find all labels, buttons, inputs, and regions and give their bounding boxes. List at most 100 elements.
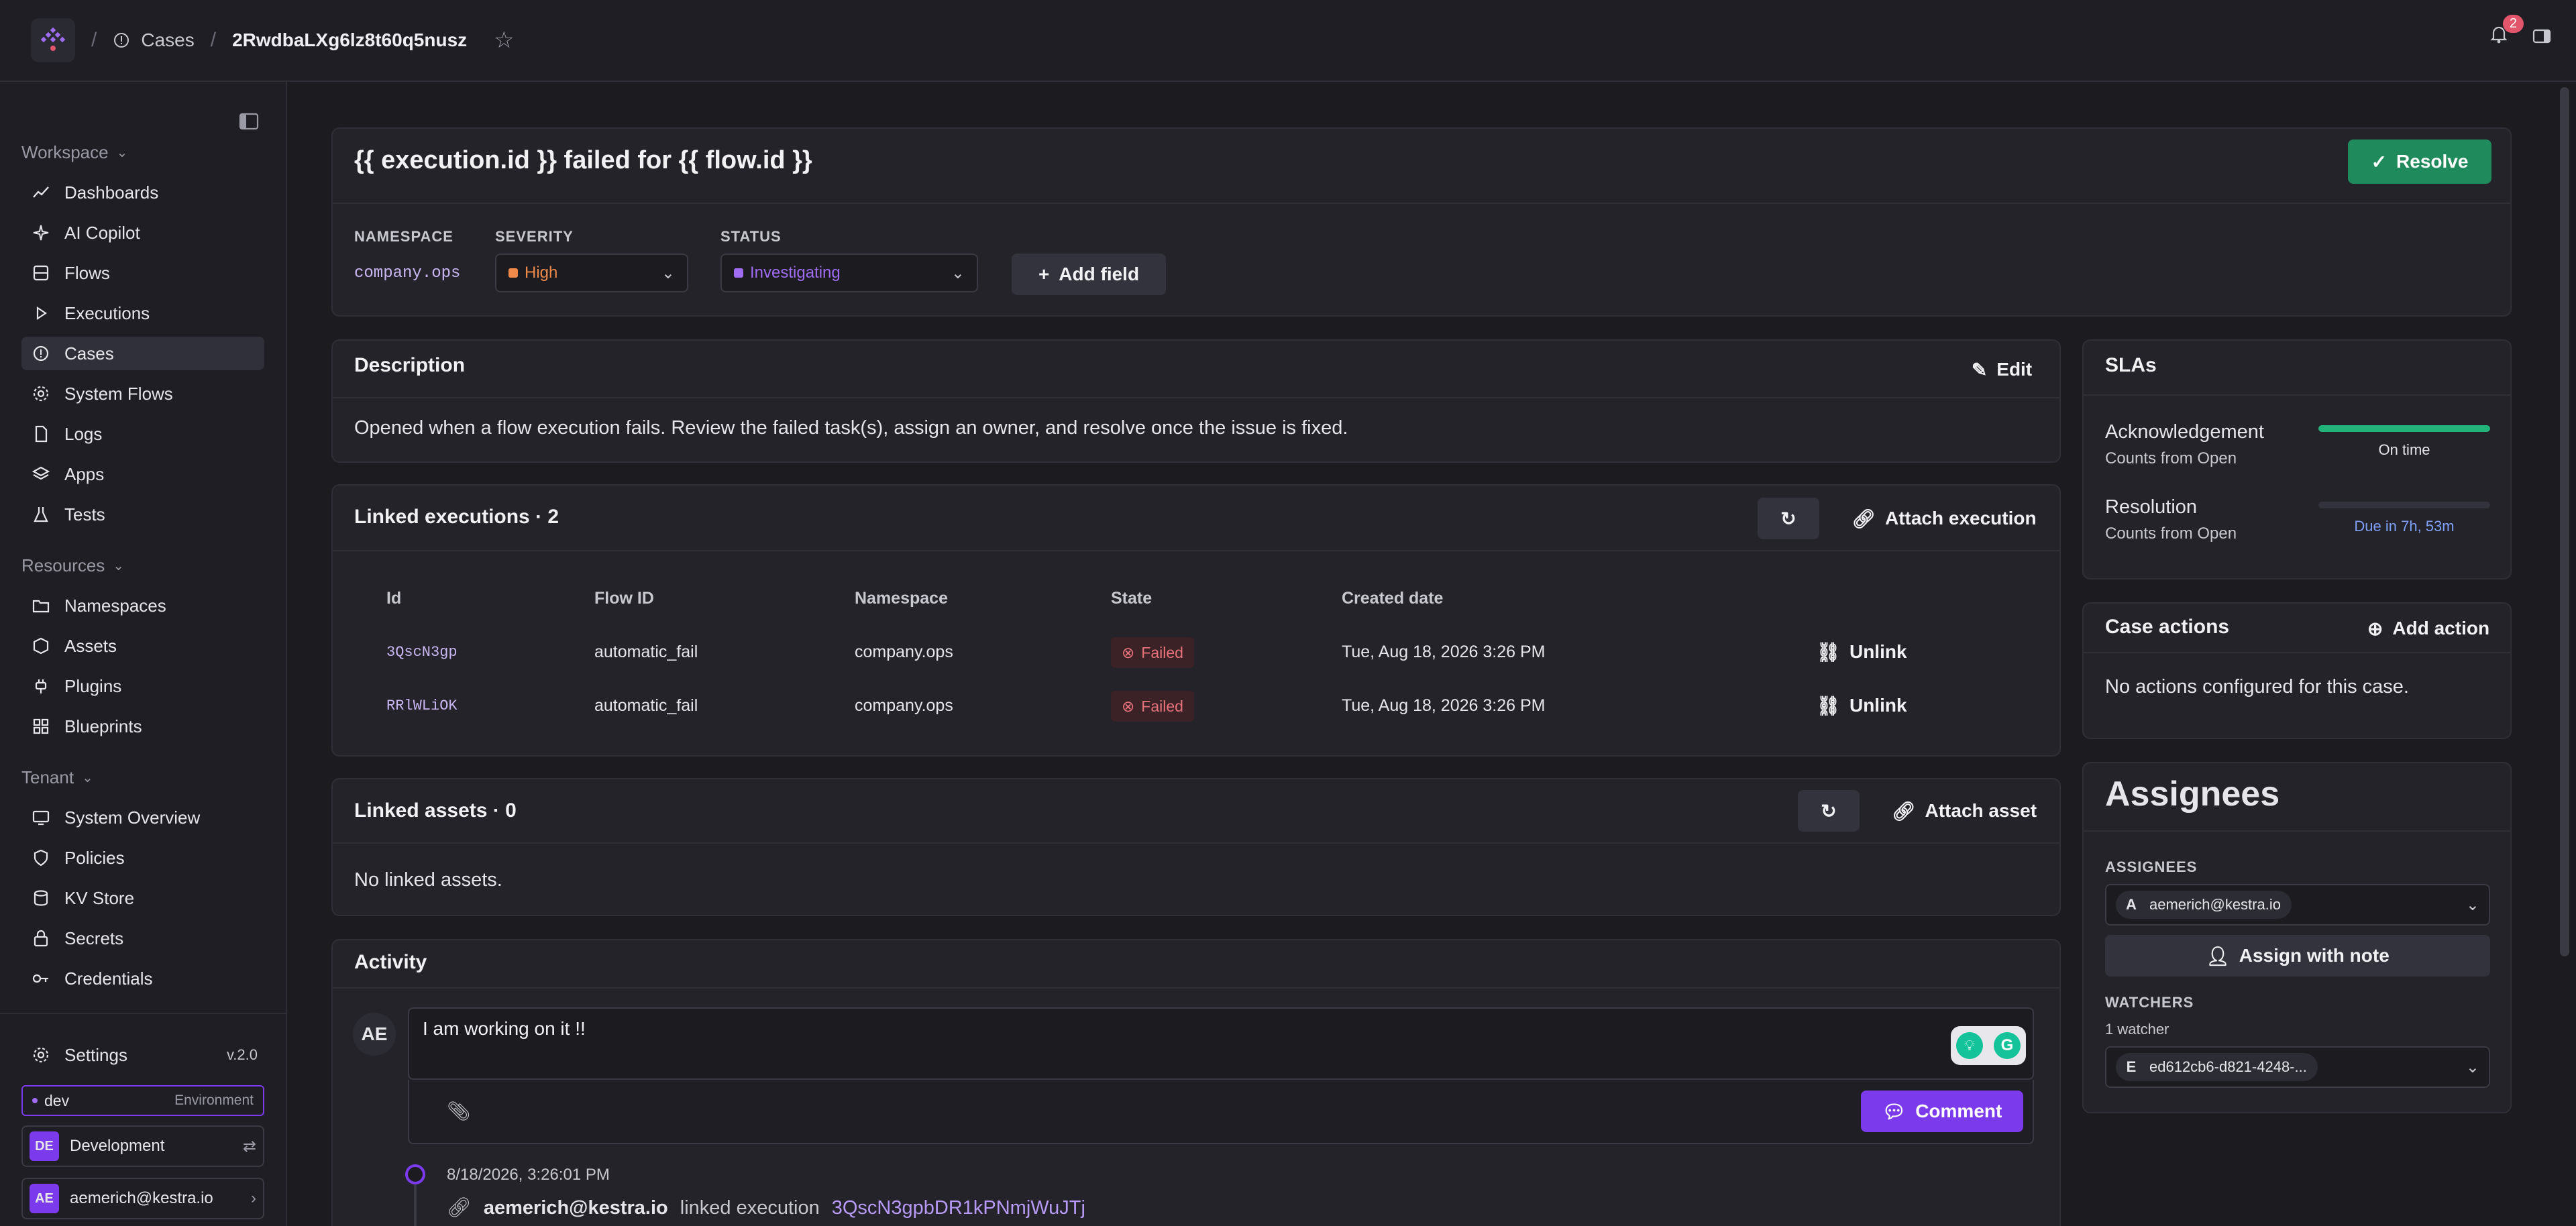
sidebar-item-ai-copilot[interactable]: AI Copilot (21, 216, 264, 249)
edit-description-button[interactable]: ✎ Edit (1963, 350, 2041, 389)
cube-icon (33, 637, 49, 655)
sidebar-item-credentials[interactable]: Credentials (21, 962, 264, 995)
sidebar-item-executions[interactable]: Executions (21, 296, 264, 330)
add-field-button[interactable]: + Add field (1012, 254, 1166, 295)
chevron-down-icon: ⌄ (113, 559, 125, 573)
watcher-chip: E ed612cb6-d821-4248-... (2116, 1053, 2318, 1081)
divider (333, 842, 2059, 844)
sidebar-item-kv-store[interactable]: KV Store (21, 881, 264, 915)
attach-asset-button[interactable]: 🔗︎ Attach asset (1884, 790, 2045, 832)
divider (2084, 830, 2510, 832)
plus-circle-icon: ⊕ (2367, 618, 2383, 639)
refresh-assets-button[interactable]: ↻ (1798, 790, 1860, 832)
sidebar-item-blueprints[interactable]: Blueprints (21, 710, 264, 743)
tenant-switcher[interactable]: DE Development ⇄ (21, 1125, 264, 1167)
sidebar-item-system-overview[interactable]: System Overview (21, 801, 264, 834)
sidebar-item-system-flows[interactable]: System Flows (21, 377, 264, 410)
play-icon (36, 306, 47, 321)
add-action-button[interactable]: ⊕ Add action (2355, 609, 2502, 648)
attachment-icon[interactable]: 📎︎ (447, 1100, 471, 1122)
sidebar-item-secrets[interactable]: Secrets (21, 922, 264, 955)
breadcrumb-cases[interactable]: Cases (113, 30, 195, 51)
comment-button[interactable]: 💬︎ Comment (1861, 1091, 2023, 1132)
panel-toggle-icon[interactable] (2532, 26, 2552, 46)
comment-textarea[interactable]: I am working on it !! 💡︎ G (408, 1007, 2034, 1080)
resolve-button[interactable]: ✓ Resolve (2348, 140, 2491, 184)
collapse-sidebar-icon[interactable] (239, 113, 259, 130)
chart-line-icon (33, 186, 49, 198)
sidebar-item-label: Secrets (64, 928, 124, 948)
sla-resolution-status: Due in 7h, 53m (2354, 518, 2455, 535)
sidebar-item-namespaces[interactable]: Namespaces (21, 589, 264, 622)
sidebar-item-cases[interactable]: Cases (21, 337, 264, 370)
watchers-select[interactable]: E ed612cb6-d821-4248-... ⌄ (2105, 1046, 2490, 1088)
sidebar-item-label: Namespaces (64, 595, 166, 616)
resources-section-header[interactable]: Resources ⌄ (21, 555, 124, 576)
notifications-button[interactable]: 2 (2489, 15, 2524, 48)
slas-title: SLAs (2105, 354, 2157, 376)
sidebar-item-dashboards[interactable]: Dashboards (21, 176, 264, 209)
severity-swatch (508, 268, 518, 278)
severity-select[interactable]: High ⌄ (495, 254, 688, 292)
case-header-card: {{ execution.id }} failed for {{ flow.id… (331, 127, 2512, 317)
flow-id-cell: automatic_fail (594, 643, 698, 661)
unlink-button[interactable]: ⛓︎ Unlink (1811, 630, 1912, 673)
divider (333, 397, 2059, 398)
sla-ack-progress-fill (2318, 425, 2490, 432)
monitor-icon (32, 810, 50, 826)
sidebar-item-settings[interactable]: Settings v.2.0 (21, 1038, 264, 1072)
sidebar-item-apps[interactable]: Apps (21, 457, 264, 491)
page-scrollbar[interactable] (2560, 87, 2569, 956)
divider (333, 987, 2059, 989)
assignee-value: aemerich@kestra.io (2149, 896, 2281, 913)
sidebar-item-label: Executions (64, 302, 150, 323)
grammarly-widget[interactable]: 💡︎ G (1951, 1026, 2026, 1065)
divider (2084, 394, 2510, 396)
flask-icon (34, 507, 48, 522)
refresh-executions-button[interactable]: ↻ (1758, 498, 1819, 539)
case-actions-title: Case actions (2105, 616, 2230, 638)
grammarly-icon: G (1994, 1032, 2021, 1059)
status-select[interactable]: Investigating ⌄ (720, 254, 978, 292)
description-text: Opened when a flow execution fails. Revi… (354, 417, 1348, 439)
namespace-cell: company.ops (855, 643, 953, 661)
chevron-down-icon: ⌄ (661, 264, 675, 282)
breadcrumb-separator: / (210, 29, 217, 51)
namespace-cell: company.ops (855, 696, 953, 715)
execution-id-link[interactable]: RRlWLiOK (386, 698, 458, 714)
kestra-logo[interactable] (31, 18, 75, 62)
execution-id-link[interactable]: 3QscN3gp (386, 644, 458, 661)
plug-icon (35, 679, 47, 693)
breadcrumb-case-id: 2RwdbaLXg6lz8t60q5nusz (232, 30, 468, 50)
sidebar-item-label: Plugins (64, 675, 122, 696)
sidebar: Workspace ⌄ Dashboards AI Copilot Flows E… (0, 82, 287, 1226)
shield-icon (34, 849, 48, 867)
unlink-button[interactable]: ⛓︎ Unlink (1811, 684, 1912, 727)
sidebar-item-assets[interactable]: Assets (21, 629, 264, 663)
workspace-section-header[interactable]: Workspace ⌄ (21, 142, 127, 163)
assignees-label: ASSIGNEES (2105, 858, 2198, 875)
timeline-event: 🔗︎ aemerich@kestra.io linked execution 3… (447, 1196, 1085, 1219)
sidebar-item-logs[interactable]: Logs (21, 417, 264, 451)
link-icon: 🔗︎ (1851, 508, 1876, 529)
sidebar-item-flows[interactable]: Flows (21, 256, 264, 290)
database-icon (34, 890, 48, 906)
divider (0, 1013, 287, 1014)
assign-with-note-button[interactable]: 👤︎ Assign with note (2105, 935, 2490, 977)
assignees-select[interactable]: A aemerich@kestra.io ⌄ (2105, 884, 2490, 926)
sidebar-item-policies[interactable]: Policies (21, 841, 264, 875)
tenant-section-header[interactable]: Tenant ⌄ (21, 767, 93, 788)
sidebar-item-plugins[interactable]: Plugins (21, 669, 264, 703)
environment-selector[interactable]: dev Environment (21, 1085, 264, 1116)
tenant-label: Tenant (21, 767, 74, 787)
attach-execution-button[interactable]: 🔗︎ Attach execution (1843, 498, 2045, 539)
add-field-label: Add field (1059, 264, 1140, 284)
sidebar-item-label: Assets (64, 635, 117, 656)
status-swatch (734, 268, 743, 278)
user-menu[interactable]: AE aemerich@kestra.io › (21, 1178, 264, 1219)
sidebar-item-tests[interactable]: Tests (21, 498, 264, 531)
namespace-value: company.ops (354, 264, 461, 282)
star-icon[interactable]: ☆ (494, 27, 514, 54)
event-target-link[interactable]: 3QscN3gpbDR1kPNmjWuJTj (832, 1197, 1085, 1219)
column-header-flow-id: Flow ID (594, 589, 654, 608)
